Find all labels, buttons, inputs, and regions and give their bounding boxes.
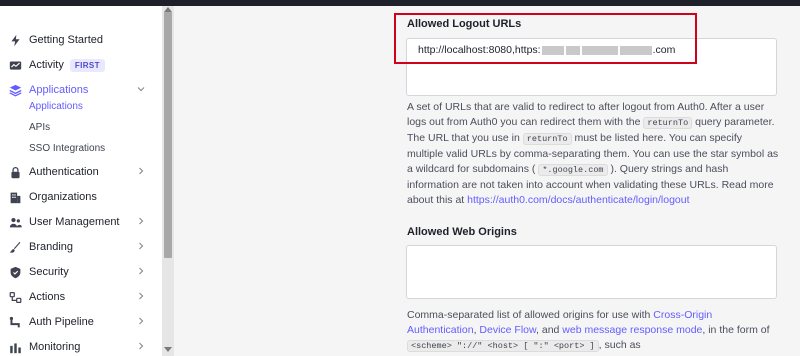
chevron-right-icon: [139, 242, 144, 250]
chevron-right-icon: [139, 292, 144, 300]
chevron-right-icon: [139, 217, 144, 225]
chart-icon: [8, 58, 22, 72]
sidebar-item-auth-pipeline[interactable]: Auth Pipeline: [8, 311, 156, 333]
lock-icon: [8, 165, 22, 179]
sidebar-item-branding[interactable]: Branding: [8, 236, 156, 258]
web-origins-help: Comma-separated list of allowed origins …: [407, 309, 770, 352]
scroll-up-arrow-icon[interactable]: [164, 7, 172, 12]
sidebar-item-organizations[interactable]: Organizations: [8, 186, 156, 208]
sidebar-subitem-sso-integrations[interactable]: SSO Integrations: [29, 143, 105, 154]
web-origins-textarea[interactable]: [406, 245, 777, 299]
sidebar-item-label: Actions: [29, 291, 66, 303]
sidebar-item-activity[interactable]: Activity FIRST: [8, 54, 156, 76]
bolt-icon: [8, 33, 22, 47]
chevron-down-icon: [137, 87, 145, 92]
chevron-right-icon: [139, 267, 144, 275]
shield-icon: [8, 265, 22, 279]
sidebar-item-actions[interactable]: Actions: [8, 286, 156, 308]
sidebar-subitem-apis[interactable]: APIs: [29, 122, 50, 133]
chevron-right-icon: [139, 342, 144, 350]
sidebar-subitem-applications[interactable]: Applications: [29, 101, 83, 112]
code-returnto: returnTo: [522, 133, 572, 145]
sidebar-item-user-management[interactable]: User Management: [8, 211, 156, 233]
sidebar-item-security[interactable]: Security: [8, 261, 156, 283]
sidebar-item-label: Authentication: [29, 166, 99, 178]
web-origins-label: Allowed Web Origins: [407, 226, 517, 238]
sidebar-item-label: Auth Pipeline: [29, 316, 94, 328]
brush-icon: [8, 240, 22, 254]
sidebar-item-authentication[interactable]: Authentication: [8, 161, 156, 183]
code-returnto: returnTo: [643, 117, 693, 129]
users-icon: [8, 215, 22, 229]
actions-icon: [8, 290, 22, 304]
layers-icon: [8, 83, 22, 97]
chevron-right-icon: [139, 167, 144, 175]
highlight-box: [394, 13, 697, 64]
code-wildcard: *.google.com: [538, 164, 608, 176]
sidebar-item-label: Security: [29, 266, 69, 278]
sidebar-item-label: Getting Started: [29, 34, 103, 46]
chevron-right-icon: [139, 317, 144, 325]
sidebar-item-label: User Management: [29, 216, 120, 228]
monitor-icon: [8, 340, 22, 354]
sidebar-item-monitoring[interactable]: Monitoring: [8, 336, 156, 356]
sidebar-item-getting-started[interactable]: Getting Started: [8, 29, 156, 51]
sidebar-item-label: Organizations: [29, 191, 97, 203]
sidebar: Getting Started Activity FIRST Applicati…: [0, 6, 162, 356]
device-flow-link[interactable]: Device Flow: [479, 324, 536, 336]
logout-docs-link[interactable]: https://auth0.com/docs/authenticate/logi…: [467, 194, 689, 206]
building-icon: [8, 190, 22, 204]
pipeline-icon: [8, 315, 22, 329]
sidebar-item-label: Applications: [29, 84, 89, 96]
sidebar-item-label: Branding: [29, 241, 74, 253]
code-scheme: <scheme> "://" <host> [ ":" <port> ]: [407, 340, 599, 352]
sidebar-item-label: Monitoring: [29, 341, 81, 353]
scroll-down-arrow-icon[interactable]: [164, 347, 172, 352]
sidebar-item-applications[interactable]: Applications: [8, 79, 156, 101]
logout-urls-help: A set of URLs that are valid to redirect…: [407, 101, 779, 206]
sidebar-scrollbar-thumb[interactable]: [164, 12, 172, 258]
sidebar-item-label: Activity: [29, 59, 64, 71]
web-message-link[interactable]: web message response mode: [562, 324, 702, 336]
first-badge: FIRST: [69, 58, 105, 72]
